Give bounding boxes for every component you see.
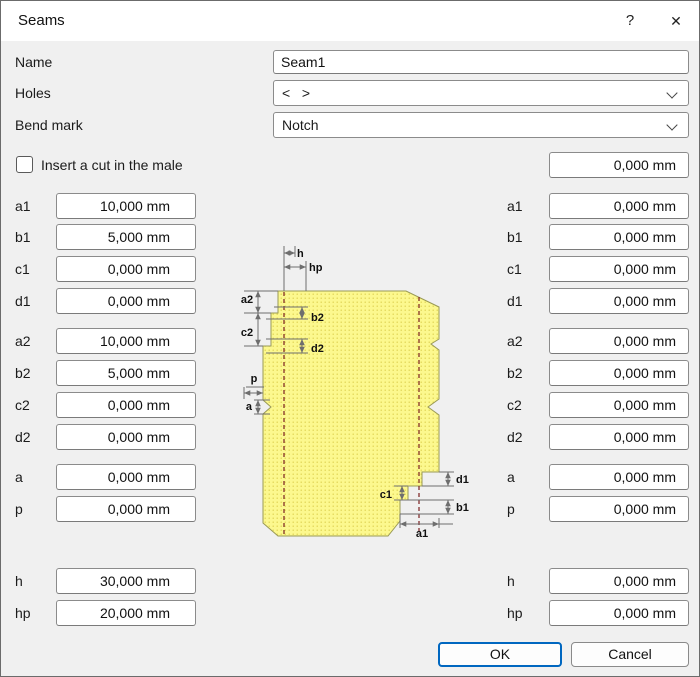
sheet-outline	[263, 291, 439, 536]
seam-diagram: h hp a2 b2 c2 d2 p a d1 c1 b1 a1	[216, 241, 476, 541]
param-label-left-a2: a2	[15, 328, 31, 354]
holes-dropdown[interactable]: < >	[273, 80, 689, 106]
dim-label-h: h	[297, 248, 304, 260]
dim-label-hp: hp	[309, 262, 323, 274]
param-field-right-d1[interactable]	[549, 288, 689, 314]
name-input[interactable]	[273, 50, 689, 74]
param-label-left-c1: c1	[15, 256, 30, 282]
param-field-left-d2[interactable]	[56, 424, 196, 450]
chevron-down-icon	[666, 87, 677, 98]
param-field-left-hp[interactable]	[56, 600, 196, 626]
param-label-left-hp: hp	[15, 600, 31, 626]
param-label-right-b2: b2	[507, 360, 523, 386]
param-label-right-d1: d1	[507, 288, 523, 314]
dim-label-b2: b2	[311, 312, 324, 324]
ok-button[interactable]: OK	[438, 642, 562, 667]
param-field-left-c1[interactable]	[56, 256, 196, 282]
param-label-left-p: p	[15, 496, 23, 522]
titlebar: Seams ? ✕	[1, 1, 699, 41]
chevron-down-icon	[666, 119, 677, 130]
dim-label-d2: d2	[311, 343, 324, 355]
bend-mark-label: Bend mark	[15, 112, 83, 138]
bend-mark-dropdown[interactable]: Notch	[273, 112, 689, 138]
window-title: Seams	[18, 1, 65, 41]
param-label-right-a: a	[507, 464, 515, 490]
seams-dialog: Seams ? ✕ Name Holes < > Bend mark Notch…	[0, 0, 700, 677]
insert-cut-value-field[interactable]	[549, 152, 689, 178]
param-field-right-a[interactable]	[549, 464, 689, 490]
help-button[interactable]: ?	[607, 1, 653, 41]
insert-cut-checkbox[interactable]	[16, 156, 33, 173]
name-label: Name	[15, 49, 52, 75]
dim-label-a1: a1	[416, 528, 428, 540]
param-label-right-a1: a1	[507, 193, 523, 219]
param-field-right-p[interactable]	[549, 496, 689, 522]
param-label-right-d2: d2	[507, 424, 523, 450]
param-field-right-a2[interactable]	[549, 328, 689, 354]
param-field-right-b2[interactable]	[549, 360, 689, 386]
param-label-right-hp: hp	[507, 600, 523, 626]
param-field-right-a1[interactable]	[549, 193, 689, 219]
param-label-right-p: p	[507, 496, 515, 522]
param-label-left-d1: d1	[15, 288, 31, 314]
param-field-left-a1[interactable]	[56, 193, 196, 219]
param-label-left-d2: d2	[15, 424, 31, 450]
insert-cut-label: Insert a cut in the male	[41, 152, 183, 178]
dim-label-p: p	[251, 373, 258, 385]
holes-label: Holes	[15, 80, 51, 106]
help-icon: ?	[626, 12, 634, 29]
param-field-left-b1[interactable]	[56, 224, 196, 250]
dim-label-d1: d1	[456, 474, 469, 486]
param-field-right-h[interactable]	[549, 568, 689, 594]
holes-value: < >	[282, 85, 310, 101]
dim-label-a2: a2	[241, 294, 253, 306]
param-field-right-b1[interactable]	[549, 224, 689, 250]
param-field-left-a[interactable]	[56, 464, 196, 490]
param-label-left-a1: a1	[15, 193, 31, 219]
param-field-left-p[interactable]	[56, 496, 196, 522]
param-label-right-h: h	[507, 568, 515, 594]
param-label-left-b1: b1	[15, 224, 31, 250]
close-icon: ✕	[670, 13, 682, 29]
param-field-left-a2[interactable]	[56, 328, 196, 354]
param-field-left-d1[interactable]	[56, 288, 196, 314]
dim-label-c2: c2	[241, 327, 253, 339]
param-label-right-c2: c2	[507, 392, 522, 418]
param-field-left-h[interactable]	[56, 568, 196, 594]
param-field-right-hp[interactable]	[549, 600, 689, 626]
param-field-right-d2[interactable]	[549, 424, 689, 450]
param-field-left-b2[interactable]	[56, 360, 196, 386]
param-label-left-b2: b2	[15, 360, 31, 386]
cancel-button[interactable]: Cancel	[571, 642, 689, 667]
dim-label-b1: b1	[456, 502, 469, 514]
bend-mark-value: Notch	[282, 117, 319, 133]
dim-label-a: a	[246, 401, 253, 413]
param-label-left-a: a	[15, 464, 23, 490]
param-field-left-c2[interactable]	[56, 392, 196, 418]
param-label-right-b1: b1	[507, 224, 523, 250]
dim-label-c1: c1	[380, 489, 392, 501]
param-label-left-c2: c2	[15, 392, 30, 418]
param-label-right-c1: c1	[507, 256, 522, 282]
param-field-right-c2[interactable]	[549, 392, 689, 418]
param-label-left-h: h	[15, 568, 23, 594]
param-label-right-a2: a2	[507, 328, 523, 354]
param-field-right-c1[interactable]	[549, 256, 689, 282]
close-button[interactable]: ✕	[653, 1, 699, 41]
